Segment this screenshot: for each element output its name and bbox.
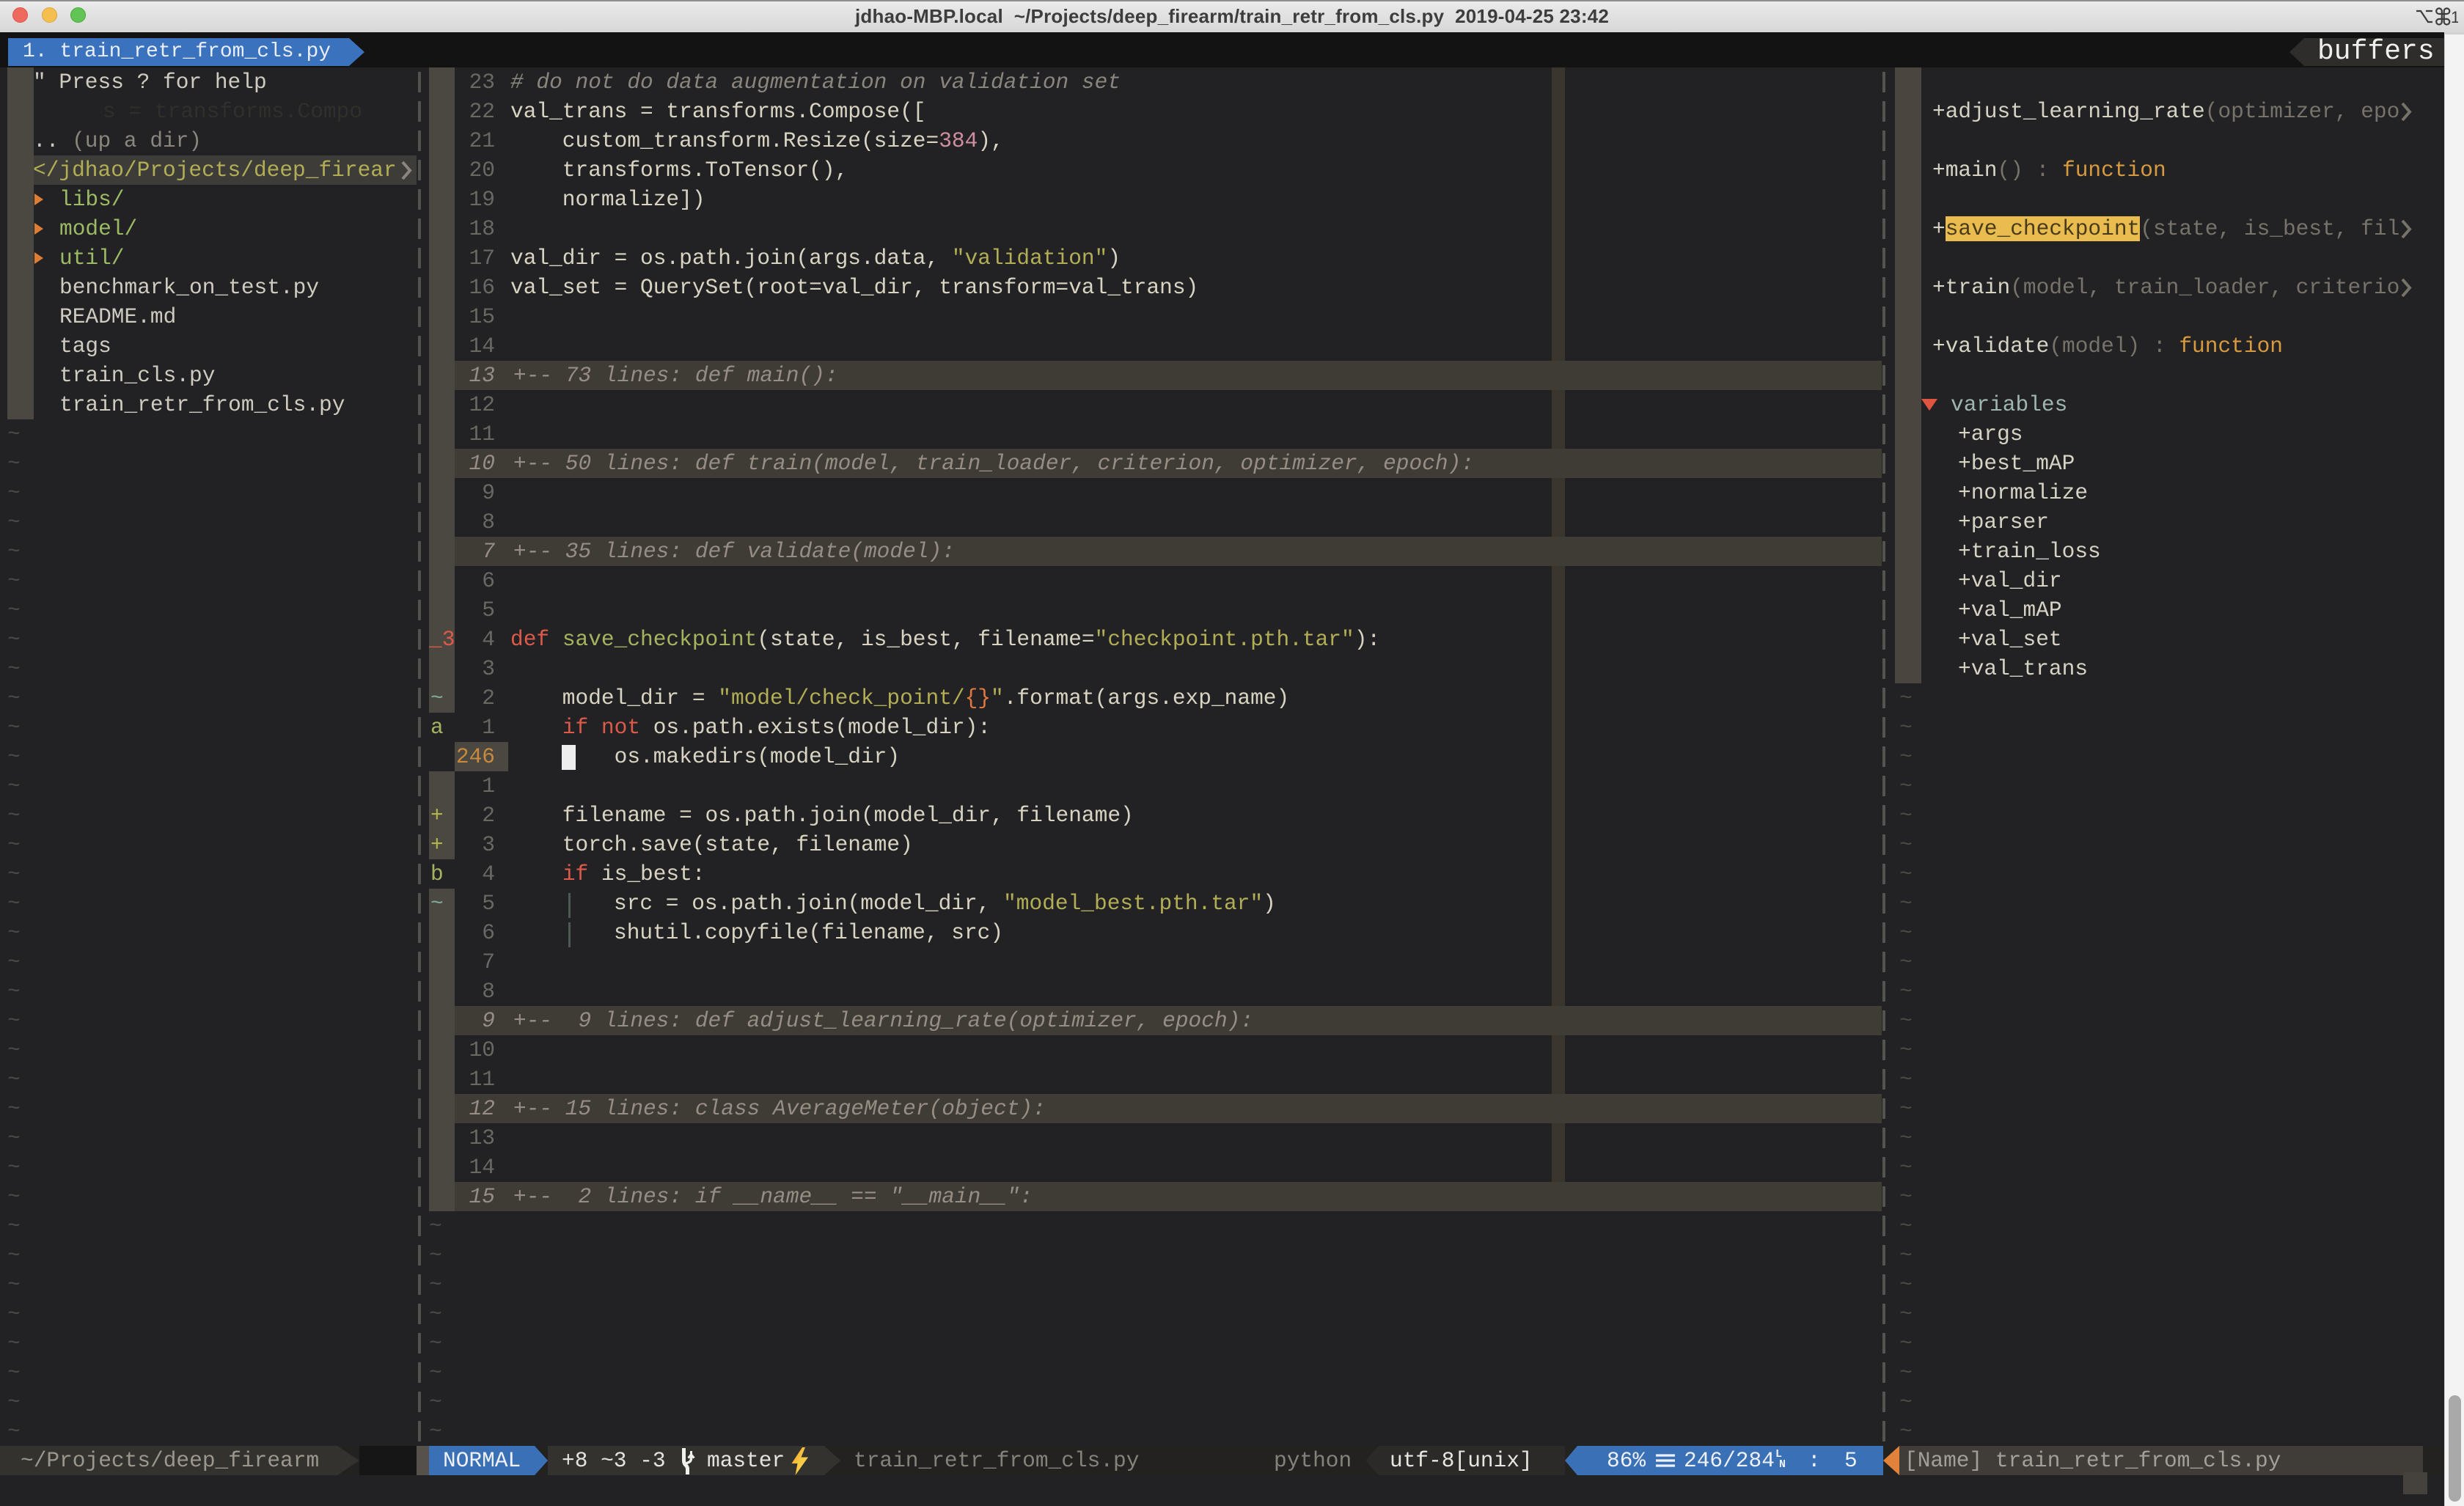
svg-text:1: 1 xyxy=(2451,8,2458,26)
